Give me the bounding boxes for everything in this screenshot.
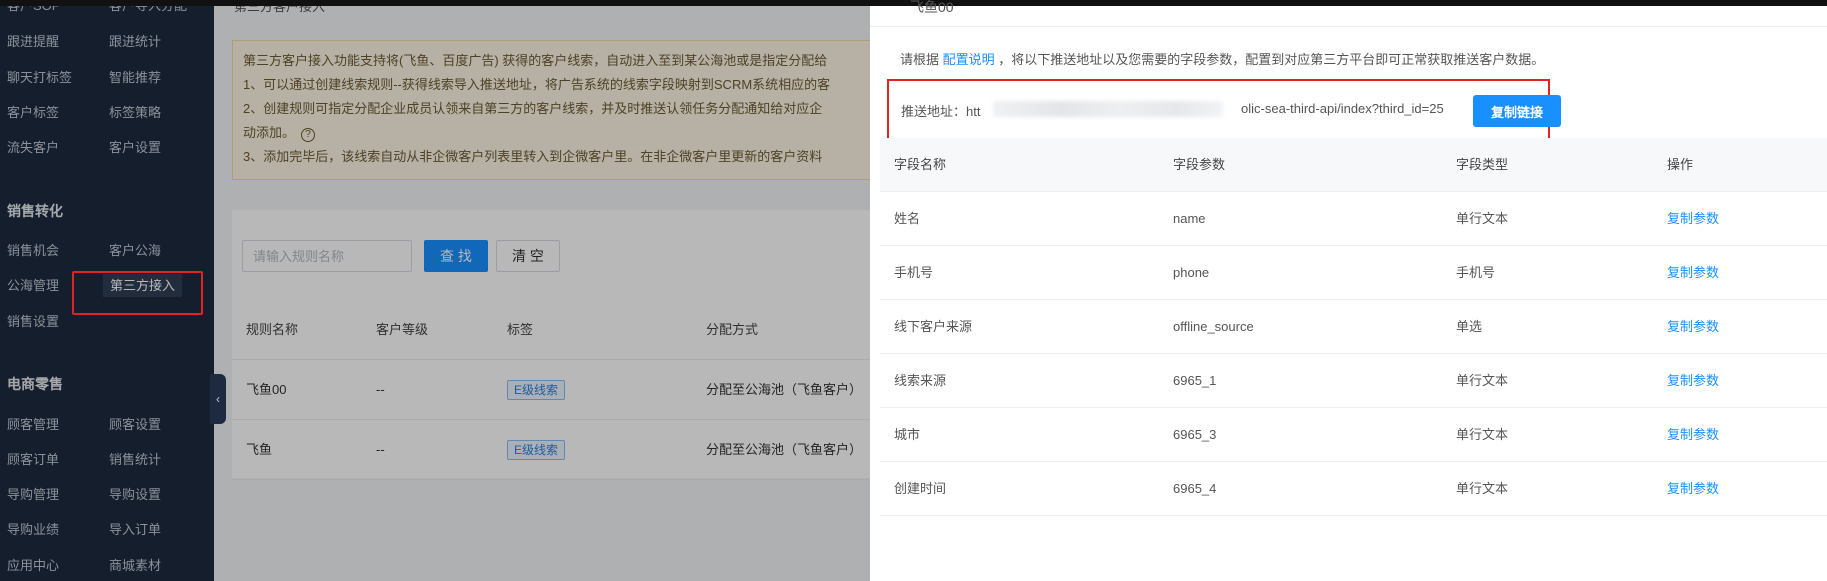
- field-name: 城市: [894, 427, 921, 442]
- push-address-box: 推送地址：htt olic-sea-third-api/index?third_…: [887, 79, 1561, 141]
- intro-suffix: ，将以下推送地址以及您需要的字段参数，配置到对应第三方平台即可正常获取推送客户数…: [998, 52, 1545, 67]
- field-name: 手机号: [894, 265, 934, 280]
- field-name: 姓名: [894, 211, 921, 226]
- copy-param-link[interactable]: 复制参数: [1667, 408, 1719, 462]
- field-param: 6965_3: [1173, 427, 1217, 442]
- field-param: offline_source: [1173, 319, 1254, 334]
- push-address-label: 推送地址：htt: [901, 104, 981, 119]
- column-header: 字段参数: [1173, 157, 1226, 172]
- table-row: 创建时间 6965_4 单行文本 复制参数: [880, 462, 1827, 516]
- highlight-box-sidebar: [72, 271, 203, 315]
- push-address-url: olic-sea-third-api/index?third_id=25: [1241, 101, 1444, 116]
- field-type: 单选: [1456, 319, 1483, 334]
- chevron-left-icon: ‹: [216, 392, 220, 406]
- table-row: 城市 6965_3 单行文本 复制参数: [880, 408, 1827, 462]
- intro-text: 请根据 配置说明 ，将以下推送地址以及您需要的字段参数，配置到对应第三方平台即可…: [900, 49, 1544, 68]
- field-type: 单行文本: [1456, 373, 1509, 388]
- field-table-header: 字段名称 字段参数 字段类型 操作: [880, 138, 1827, 192]
- field-type: 手机号: [1456, 265, 1496, 280]
- drawer-title: 飞鱼00: [910, 0, 954, 15]
- column-header: 字段名称: [894, 157, 947, 172]
- intro-prefix: 请根据: [900, 52, 940, 67]
- divider: [870, 26, 1827, 27]
- table-row: 姓名 name 单行文本 复制参数: [880, 192, 1827, 246]
- table-row: 手机号 phone 手机号 复制参数: [880, 246, 1827, 300]
- field-param: 6965_4: [1173, 481, 1217, 496]
- redacted-url: [993, 101, 1223, 117]
- detail-drawer: 飞鱼00 请根据 配置说明 ，将以下推送地址以及您需要的字段参数，配置到对应第三…: [870, 0, 1827, 581]
- config-guide-link[interactable]: 配置说明: [943, 52, 995, 67]
- copy-param-link[interactable]: 复制参数: [1667, 354, 1719, 408]
- field-name: 线下客户来源: [894, 319, 973, 334]
- sidebar-collapse-toggle[interactable]: ‹: [210, 374, 226, 424]
- copy-param-link[interactable]: 复制参数: [1667, 192, 1719, 246]
- field-table: 字段名称 字段参数 字段类型 操作 姓名 name 单行文本 复制参数 手机号 …: [880, 138, 1827, 516]
- field-type: 单行文本: [1456, 481, 1509, 496]
- copy-param-link[interactable]: 复制参数: [1667, 300, 1719, 354]
- table-row: 线索来源 6965_1 单行文本 复制参数: [880, 354, 1827, 408]
- field-param: 6965_1: [1173, 373, 1217, 388]
- copy-link-button[interactable]: 复制链接: [1473, 95, 1561, 127]
- field-name: 创建时间: [894, 481, 947, 496]
- field-name: 线索来源: [894, 373, 947, 388]
- copy-param-link[interactable]: 复制参数: [1667, 462, 1719, 516]
- field-type: 单行文本: [1456, 211, 1509, 226]
- table-row: 线下客户来源 offline_source 单选 复制参数: [880, 300, 1827, 354]
- field-param: phone: [1173, 265, 1210, 280]
- copy-param-link[interactable]: 复制参数: [1667, 246, 1719, 300]
- field-type: 单行文本: [1456, 427, 1509, 442]
- column-header: 字段类型: [1456, 157, 1509, 172]
- field-param: name: [1173, 211, 1206, 226]
- column-header: 操作: [1667, 157, 1694, 172]
